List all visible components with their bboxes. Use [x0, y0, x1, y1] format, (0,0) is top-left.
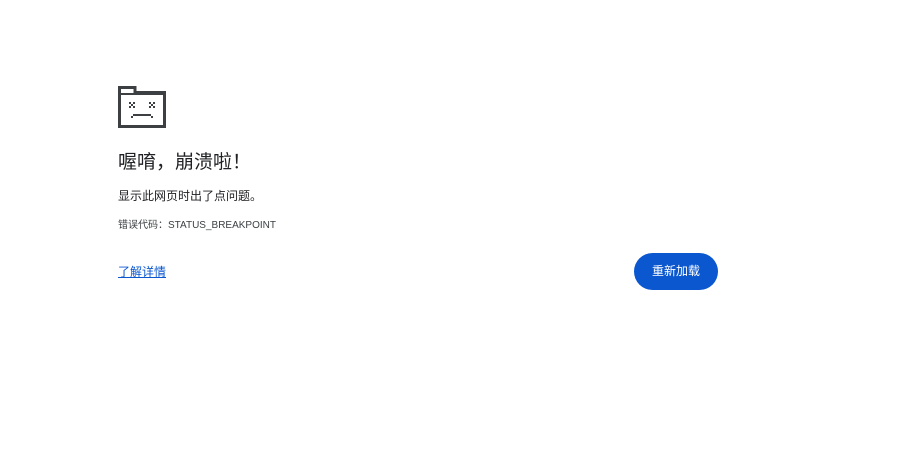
error-code-label: 错误代码：: [118, 220, 168, 231]
error-actions: 了解详情 重新加载: [118, 253, 718, 290]
error-content: 喔唷，崩溃啦！ 显示此网页时出了点问题。 错误代码：STATUS_BREAKPO…: [118, 86, 718, 290]
reload-button[interactable]: 重新加载: [634, 253, 718, 290]
sad-tab-icon: [118, 86, 166, 128]
error-code: 错误代码：STATUS_BREAKPOINT: [118, 219, 718, 233]
error-code-value: STATUS_BREAKPOINT: [168, 220, 276, 231]
learn-more-link[interactable]: 了解详情: [118, 264, 166, 280]
error-heading: 喔唷，崩溃啦！: [118, 151, 252, 173]
error-message: 显示此网页时出了点问题。: [118, 189, 263, 203]
error-page: 喔唷，崩溃啦！ 显示此网页时出了点问题。 错误代码：STATUS_BREAKPO…: [0, 0, 903, 459]
